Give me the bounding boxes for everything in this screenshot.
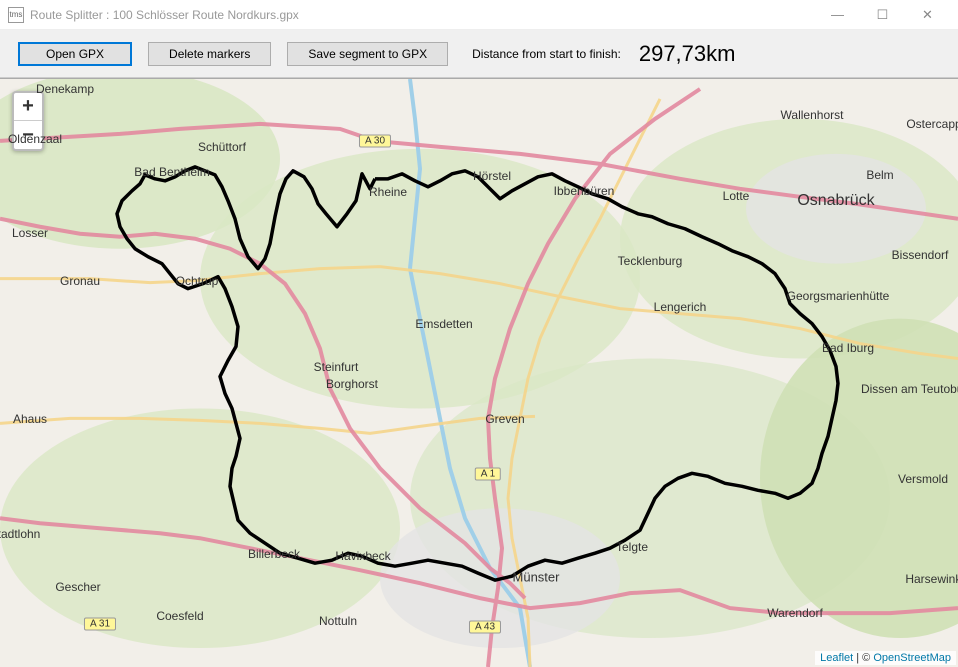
map-canvas bbox=[0, 79, 958, 667]
map-attribution: Leaflet | © OpenStreetMap bbox=[815, 651, 956, 665]
close-button[interactable]: ✕ bbox=[905, 0, 950, 29]
app-icon: tms bbox=[8, 7, 24, 23]
zoom-out-button[interactable]: − bbox=[14, 121, 42, 149]
map[interactable]: + − WallenhorstBelmOsnabrückBissendorfGe… bbox=[0, 78, 958, 667]
save-segment-button[interactable]: Save segment to GPX bbox=[287, 42, 448, 66]
distance-label: Distance from start to finish: bbox=[472, 47, 621, 61]
toolbar: Open GPX Delete markers Save segment to … bbox=[0, 30, 958, 78]
window-title: Route Splitter : 100 Schlösser Route Nor… bbox=[30, 8, 815, 22]
titlebar: tms Route Splitter : 100 Schlösser Route… bbox=[0, 0, 958, 30]
osm-link[interactable]: OpenStreetMap bbox=[873, 652, 951, 664]
open-gpx-button[interactable]: Open GPX bbox=[18, 42, 132, 66]
zoom-in-button[interactable]: + bbox=[14, 93, 42, 121]
delete-markers-button[interactable]: Delete markers bbox=[148, 42, 271, 66]
maximize-button[interactable]: ☐ bbox=[860, 0, 905, 29]
attribution-sep: | © bbox=[853, 652, 873, 664]
distance-value: 297,73km bbox=[639, 41, 736, 67]
window-controls: — ☐ ✕ bbox=[815, 0, 950, 29]
minimize-button[interactable]: — bbox=[815, 0, 860, 29]
zoom-control: + − bbox=[12, 91, 44, 151]
leaflet-link[interactable]: Leaflet bbox=[820, 652, 853, 664]
